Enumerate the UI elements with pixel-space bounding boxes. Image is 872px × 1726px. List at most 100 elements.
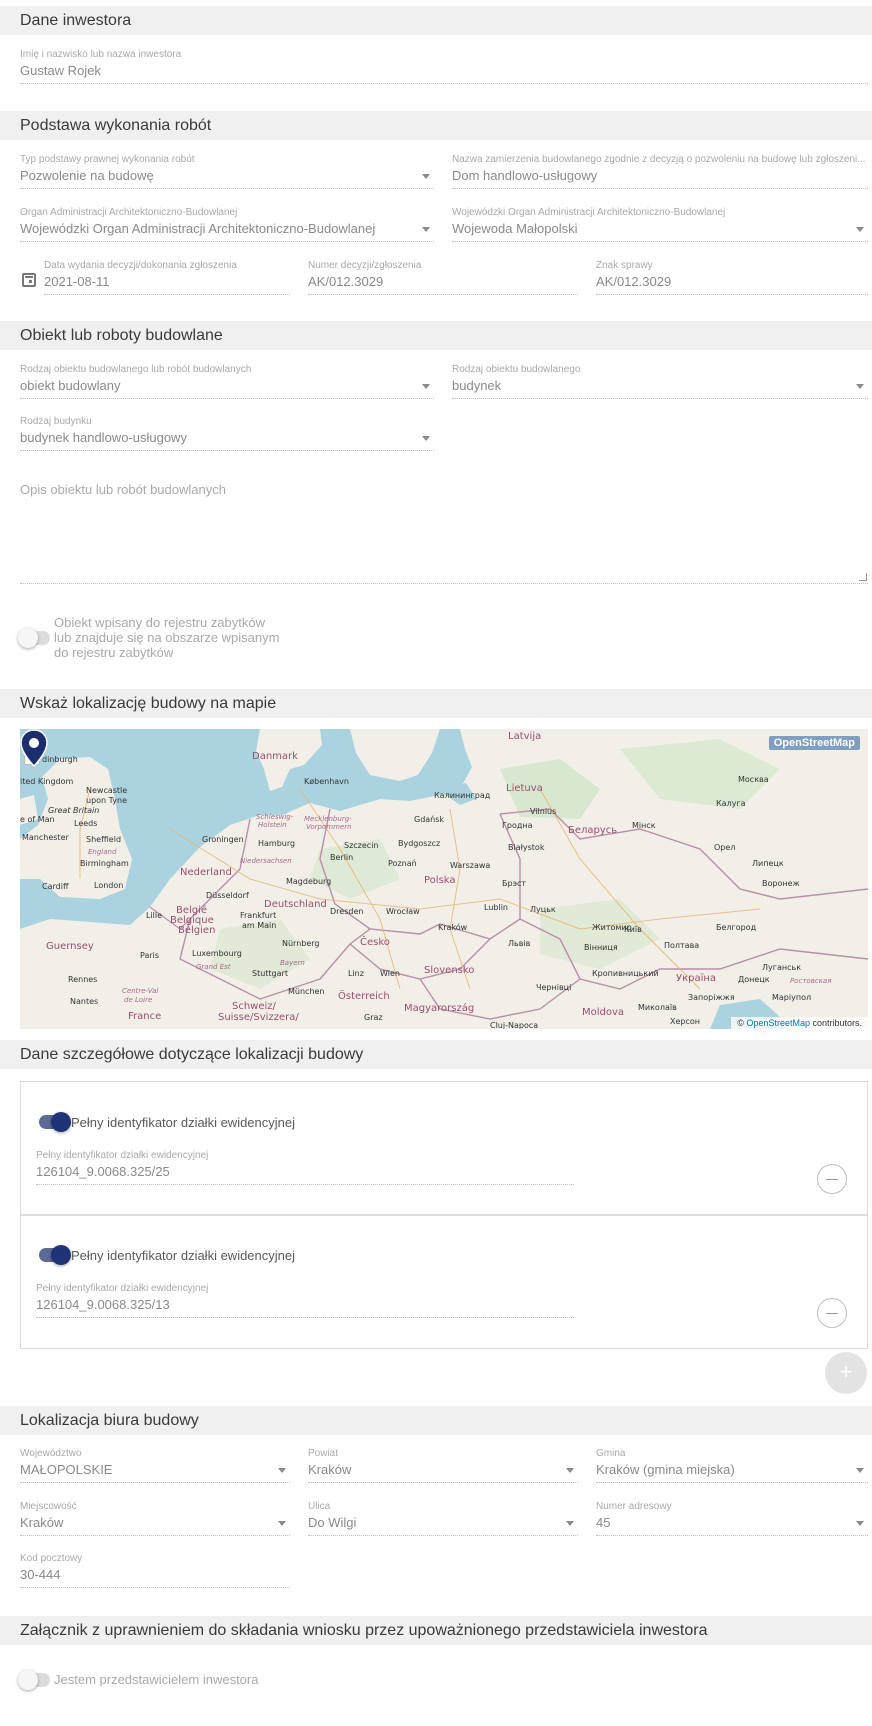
- county-value: Kraków: [308, 1462, 352, 1477]
- monument-label-line-3: do rejestru zabytków: [54, 645, 174, 660]
- voiv-organ-label: Wojewódzki Organ Administracji Architekt…: [452, 207, 726, 218]
- location-map[interactable]: Latvija Danmark dinburgh ited Kingdom Ne…: [20, 729, 868, 1029]
- map-label: Bayern: [280, 959, 305, 967]
- voivodeship-value: MAŁOPOLSKIE: [20, 1462, 113, 1477]
- map-label: Запоріжжя: [688, 993, 735, 1002]
- city-value: Kraków: [20, 1515, 64, 1530]
- remove-parcel-button[interactable]: [817, 1164, 847, 1194]
- address-number-label: Numer adresowy: [596, 1501, 672, 1512]
- map-label: Grand Est: [196, 963, 231, 971]
- work-kind-field[interactable]: Rodzaj obiektu budowlanego lub robót bud…: [20, 364, 434, 399]
- map-label: Nederland: [180, 867, 232, 878]
- object-kind-field[interactable]: Rodzaj obiektu budowlanego budynek: [452, 364, 868, 399]
- building-type-select[interactable]: budynek handlowo-usługowy: [20, 430, 434, 451]
- map-label: Калининград: [434, 791, 491, 800]
- description-textarea[interactable]: Opis obiektu lub robót budowlanych: [20, 478, 868, 584]
- parcel-id-input[interactable]: 126104_9.0068.325/13: [36, 1297, 574, 1318]
- map-marker-icon[interactable]: [20, 729, 48, 767]
- city-select[interactable]: Kraków: [20, 1515, 290, 1536]
- project-name-field[interactable]: Nazwa zamierzenia budowlanego zgodnie z …: [452, 154, 868, 189]
- section-header-parcels: Dane szczegółowe dotyczące lokalizacji b…: [0, 1040, 872, 1069]
- parcel-id-input[interactable]: 126104_9.0068.325/25: [36, 1164, 574, 1185]
- street-select[interactable]: Do Wilgi: [308, 1515, 578, 1536]
- add-parcel-button[interactable]: +: [825, 1352, 867, 1394]
- commune-value: Kraków (gmina miejska): [596, 1462, 735, 1477]
- investor-name-field[interactable]: Imię i nazwisko lub nazwa inwestora Gust…: [20, 49, 868, 84]
- organ-select[interactable]: Wojewódzki Organ Administracji Architekt…: [20, 221, 434, 242]
- decision-date-field[interactable]: Data wydania decyzji/dokonania zgłoszeni…: [44, 260, 290, 295]
- voiv-organ-select[interactable]: Wojewoda Małopolski: [452, 221, 868, 242]
- chevron-down-icon: [856, 227, 864, 232]
- map-label: Suisse/Svizzera/: [218, 1012, 299, 1023]
- map-label: Birmingham: [80, 859, 129, 868]
- basis-type-field[interactable]: Typ podstawy prawnej wykonania robót Poz…: [20, 154, 434, 189]
- building-type-field[interactable]: Rodzaj budynku budynek handlowo-usługowy: [20, 416, 434, 451]
- decision-number-input[interactable]: AK/012.3029: [308, 274, 578, 295]
- section-header-attachment: Załącznik z uprawnieniem do składania wn…: [0, 1616, 872, 1645]
- postal-code-label: Kod pocztowy: [20, 1553, 83, 1564]
- map-label: Magdeburg: [286, 877, 332, 886]
- parcel-card: Pełny identyfikator działki ewidencyjnej…: [20, 1081, 868, 1215]
- map-label: Калуга: [716, 799, 746, 808]
- decision-date-input[interactable]: 2021-08-11: [44, 274, 290, 295]
- map-label: Belgien: [178, 925, 216, 936]
- voivodeship-field[interactable]: Województwo MAŁOPOLSKIE: [20, 1448, 290, 1483]
- parcel-id-toggle[interactable]: [39, 1245, 71, 1265]
- street-label: Ulica: [308, 1501, 331, 1512]
- section-header-basis: Podstawa wykonania robót: [0, 111, 872, 140]
- map-label: Österreich: [338, 991, 390, 1002]
- map-label: Hamburg: [258, 839, 296, 848]
- postal-code-field[interactable]: Kod pocztowy 30-444: [20, 1553, 290, 1588]
- parcel-id-field[interactable]: Pełny identyfikator działki ewidencyjnej…: [36, 1283, 574, 1318]
- basis-type-select[interactable]: Pozwolenie na budowę: [20, 168, 434, 189]
- voivodeship-select[interactable]: MAŁOPOLSKIE: [20, 1462, 290, 1483]
- project-name-input[interactable]: Dom handlowo-usługowy: [452, 168, 868, 189]
- representative-toggle[interactable]: [18, 1670, 50, 1690]
- map-label: England: [88, 848, 117, 856]
- monument-toggle[interactable]: [18, 628, 50, 648]
- attribution-link[interactable]: OpenStreetMap: [746, 1018, 810, 1028]
- map-label: Полтава: [664, 941, 700, 950]
- address-number-select[interactable]: 45: [596, 1515, 868, 1536]
- street-field[interactable]: Ulica Do Wilgi: [308, 1501, 578, 1536]
- map-label: Great Britain: [48, 806, 100, 815]
- case-sign-input[interactable]: AK/012.3029: [596, 274, 868, 295]
- chevron-down-icon: [422, 227, 430, 232]
- map-label: Sheffield: [86, 835, 122, 844]
- toggle-knob: [51, 1112, 71, 1132]
- map-label: Київ: [624, 925, 642, 934]
- building-type-value: budynek handlowo-usługowy: [20, 430, 187, 445]
- decision-number-field[interactable]: Numer decyzji/zgłoszenia AK/012.3029: [308, 260, 578, 295]
- voiv-organ-value: Wojewoda Małopolski: [452, 221, 578, 236]
- map-label: Cluj-Napoca: [490, 1021, 539, 1029]
- toggle-knob: [18, 628, 38, 648]
- address-number-field[interactable]: Numer adresowy 45: [596, 1501, 868, 1536]
- calendar-icon[interactable]: [22, 273, 36, 287]
- resize-grip-icon[interactable]: [859, 573, 867, 581]
- county-select[interactable]: Kraków: [308, 1462, 578, 1483]
- parcel-id-label: Pełny identyfikator działki ewidencyjnej: [36, 1150, 209, 1161]
- postal-code-input[interactable]: 30-444: [20, 1567, 290, 1588]
- commune-select[interactable]: Kraków (gmina miejska): [596, 1462, 868, 1483]
- city-field[interactable]: Miejscowość Kraków: [20, 1501, 290, 1536]
- map-label: Луцьк: [530, 905, 556, 914]
- parcel-id-toggle[interactable]: [39, 1112, 71, 1132]
- map-label: Rennes: [68, 975, 98, 984]
- parcel-id-field[interactable]: Pełny identyfikator działki ewidencyjnej…: [36, 1150, 574, 1185]
- investor-name-label: Imię i nazwisko lub nazwa inwestora: [20, 49, 182, 60]
- remove-parcel-button[interactable]: [817, 1298, 847, 1328]
- voiv-organ-field[interactable]: Wojewódzki Organ Administracji Architekt…: [452, 207, 868, 242]
- attribution-suffix: contributors.: [809, 1018, 862, 1028]
- county-field[interactable]: Powiat Kraków: [308, 1448, 578, 1483]
- object-kind-select[interactable]: budynek: [452, 378, 868, 399]
- work-kind-select[interactable]: obiekt budowlany: [20, 378, 434, 399]
- decision-number-label: Numer decyzji/zgłoszenia: [308, 260, 422, 271]
- map-label: Düsseldorf: [206, 891, 249, 900]
- commune-field[interactable]: Gmina Kraków (gmina miejska): [596, 1448, 868, 1483]
- organ-field[interactable]: Organ Administracji Architektoniczno-Bud…: [20, 207, 434, 242]
- investor-name-input[interactable]: Gustaw Rojek: [20, 63, 868, 84]
- map-layer-badge[interactable]: OpenStreetMap: [768, 736, 860, 750]
- case-sign-field[interactable]: Znak sprawy AK/012.3029: [596, 260, 868, 295]
- commune-label: Gmina: [596, 1448, 626, 1459]
- map-label: Гродна: [502, 821, 533, 830]
